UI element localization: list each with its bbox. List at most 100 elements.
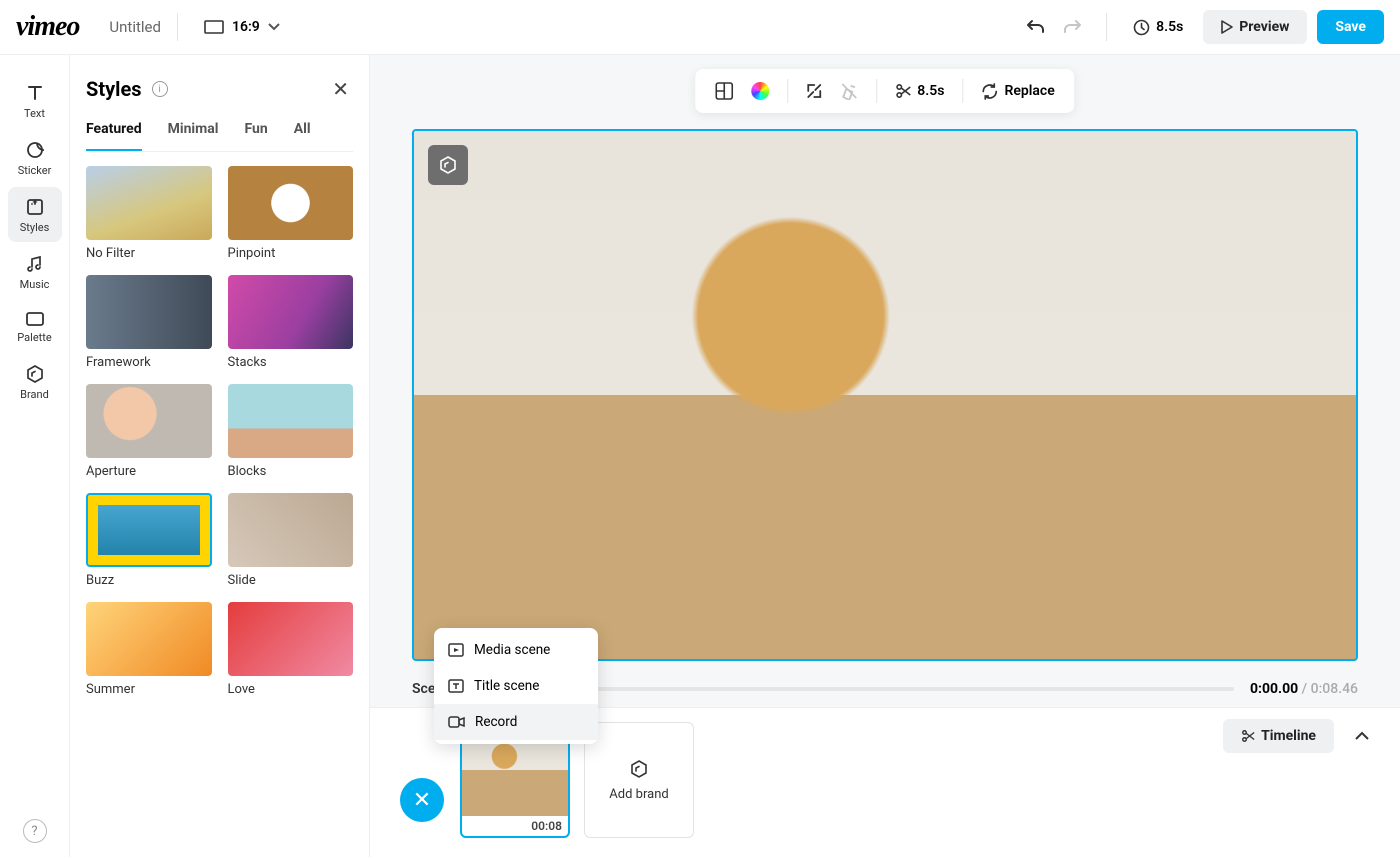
style-label: Stacks bbox=[228, 355, 354, 370]
style-thumb bbox=[86, 166, 212, 240]
preview-button[interactable]: Preview bbox=[1203, 10, 1307, 44]
style-thumb bbox=[228, 166, 354, 240]
close-panel-button[interactable]: ✕ bbox=[328, 73, 353, 105]
tab-featured[interactable]: Featured bbox=[86, 121, 142, 151]
replace-label: Replace bbox=[1004, 83, 1054, 99]
fullscreen-button[interactable] bbox=[798, 76, 830, 106]
menu-title-scene[interactable]: Title scene bbox=[434, 668, 598, 704]
style-label: Pinpoint bbox=[228, 246, 354, 261]
style-label: Aperture bbox=[86, 464, 212, 479]
music-icon bbox=[25, 254, 45, 274]
scene-thumb-duration: 00:08 bbox=[462, 816, 568, 836]
collapse-bottombar-button[interactable] bbox=[1344, 718, 1380, 754]
rail-styles-label: Styles bbox=[20, 221, 50, 234]
canvas-frame[interactable] bbox=[412, 129, 1358, 661]
tab-fun[interactable]: Fun bbox=[244, 121, 267, 151]
left-rail: Text Sticker + Styles Music Palette Bran… bbox=[0, 55, 70, 857]
styles-icon: + bbox=[25, 197, 45, 217]
style-thumb bbox=[86, 384, 212, 458]
divider bbox=[177, 13, 178, 41]
highlight-button[interactable] bbox=[832, 75, 866, 107]
color-wheel-icon bbox=[751, 82, 769, 100]
record-icon bbox=[448, 715, 465, 729]
style-blocks[interactable]: Blocks bbox=[228, 384, 354, 479]
project-title-input[interactable]: Untitled bbox=[109, 18, 161, 36]
brand-icon bbox=[25, 364, 45, 384]
rail-text-label: Text bbox=[24, 107, 45, 120]
style-aperture[interactable]: Aperture bbox=[86, 384, 212, 479]
add-brand-label: Add brand bbox=[609, 787, 668, 802]
undo-button[interactable] bbox=[1018, 9, 1054, 45]
rail-sticker-label: Sticker bbox=[18, 164, 52, 177]
rail-palette-label: Palette bbox=[17, 331, 51, 344]
rail-music[interactable]: Music bbox=[8, 244, 62, 299]
style-framework[interactable]: Framework bbox=[86, 275, 212, 370]
replace-icon bbox=[981, 83, 998, 100]
scissors-icon bbox=[1241, 729, 1255, 743]
style-label: Love bbox=[228, 682, 354, 697]
style-slide[interactable]: Slide bbox=[228, 493, 354, 588]
brand-icon bbox=[438, 155, 458, 175]
replace-button[interactable]: Replace bbox=[973, 76, 1062, 107]
canvas-toolbar: 8.5s Replace bbox=[695, 69, 1074, 113]
layout-icon bbox=[715, 82, 733, 100]
media-scene-icon bbox=[448, 642, 464, 658]
close-add-menu-button[interactable]: ✕ bbox=[400, 778, 444, 822]
trim-button[interactable]: 8.5s bbox=[887, 76, 952, 106]
tab-all[interactable]: All bbox=[294, 121, 311, 151]
menu-record[interactable]: Record bbox=[434, 704, 598, 740]
rail-brand[interactable]: Brand bbox=[8, 354, 62, 409]
layout-button[interactable] bbox=[707, 75, 741, 107]
aspect-ratio-dropdown[interactable]: 16:9 bbox=[194, 13, 290, 41]
brand-icon bbox=[629, 759, 649, 779]
trim-duration-text: 8.5s bbox=[917, 83, 944, 99]
menu-title-label: Title scene bbox=[474, 678, 539, 694]
style-thumb bbox=[86, 275, 212, 349]
separator bbox=[787, 79, 788, 103]
style-nofilter[interactable]: No Filter bbox=[86, 166, 212, 261]
save-button[interactable]: Save bbox=[1317, 10, 1384, 44]
style-thumb bbox=[228, 493, 354, 567]
rail-music-label: Music bbox=[20, 278, 50, 291]
svg-text:+: + bbox=[32, 198, 37, 208]
aspect-ratio-label: 16:9 bbox=[232, 19, 260, 35]
rail-text[interactable]: Text bbox=[8, 73, 62, 128]
add-brand-card[interactable]: Add brand bbox=[584, 722, 694, 838]
rail-palette[interactable]: Palette bbox=[8, 301, 62, 352]
chevron-down-icon bbox=[268, 23, 280, 31]
palette-icon bbox=[25, 311, 45, 327]
add-scene-menu: Media scene Title scene Record bbox=[434, 628, 598, 744]
info-icon[interactable]: i bbox=[152, 81, 168, 97]
play-icon bbox=[1221, 20, 1233, 34]
style-pinpoint[interactable]: Pinpoint bbox=[228, 166, 354, 261]
canvas-area: 8.5s Replace Scene 1 bbox=[370, 55, 1400, 857]
style-thumb bbox=[86, 602, 212, 676]
redo-button[interactable] bbox=[1054, 9, 1090, 45]
brand-overlay-badge[interactable] bbox=[428, 145, 468, 185]
style-thumb bbox=[228, 602, 354, 676]
styles-panel: Styles i ✕ Featured Minimal Fun All No F… bbox=[70, 55, 370, 857]
vimeo-logo[interactable]: vimeo bbox=[16, 11, 79, 43]
time-current: 0:00.00 bbox=[1250, 681, 1298, 697]
bottombar: Timeline Media scene Title scene Record bbox=[370, 707, 1400, 858]
scissors-icon bbox=[895, 83, 911, 99]
help-button[interactable]: ? bbox=[23, 819, 47, 843]
divider bbox=[1106, 13, 1107, 41]
style-stacks[interactable]: Stacks bbox=[228, 275, 354, 370]
rail-styles[interactable]: + Styles bbox=[8, 187, 62, 242]
preview-label: Preview bbox=[1239, 19, 1289, 35]
tab-minimal[interactable]: Minimal bbox=[168, 121, 219, 151]
save-label: Save bbox=[1335, 19, 1366, 35]
time-total: / 0:08.46 bbox=[1302, 681, 1358, 697]
style-buzz[interactable]: Buzz bbox=[86, 493, 212, 588]
style-summer[interactable]: Summer bbox=[86, 602, 212, 697]
separator bbox=[876, 79, 877, 103]
style-love[interactable]: Love bbox=[228, 602, 354, 697]
style-thumb bbox=[228, 275, 354, 349]
color-button[interactable] bbox=[743, 75, 777, 107]
text-icon bbox=[25, 83, 45, 103]
menu-media-scene[interactable]: Media scene bbox=[434, 632, 598, 668]
timeline-button[interactable]: Timeline bbox=[1223, 719, 1334, 753]
rail-sticker[interactable]: Sticker bbox=[8, 130, 62, 185]
expand-icon bbox=[806, 83, 822, 99]
